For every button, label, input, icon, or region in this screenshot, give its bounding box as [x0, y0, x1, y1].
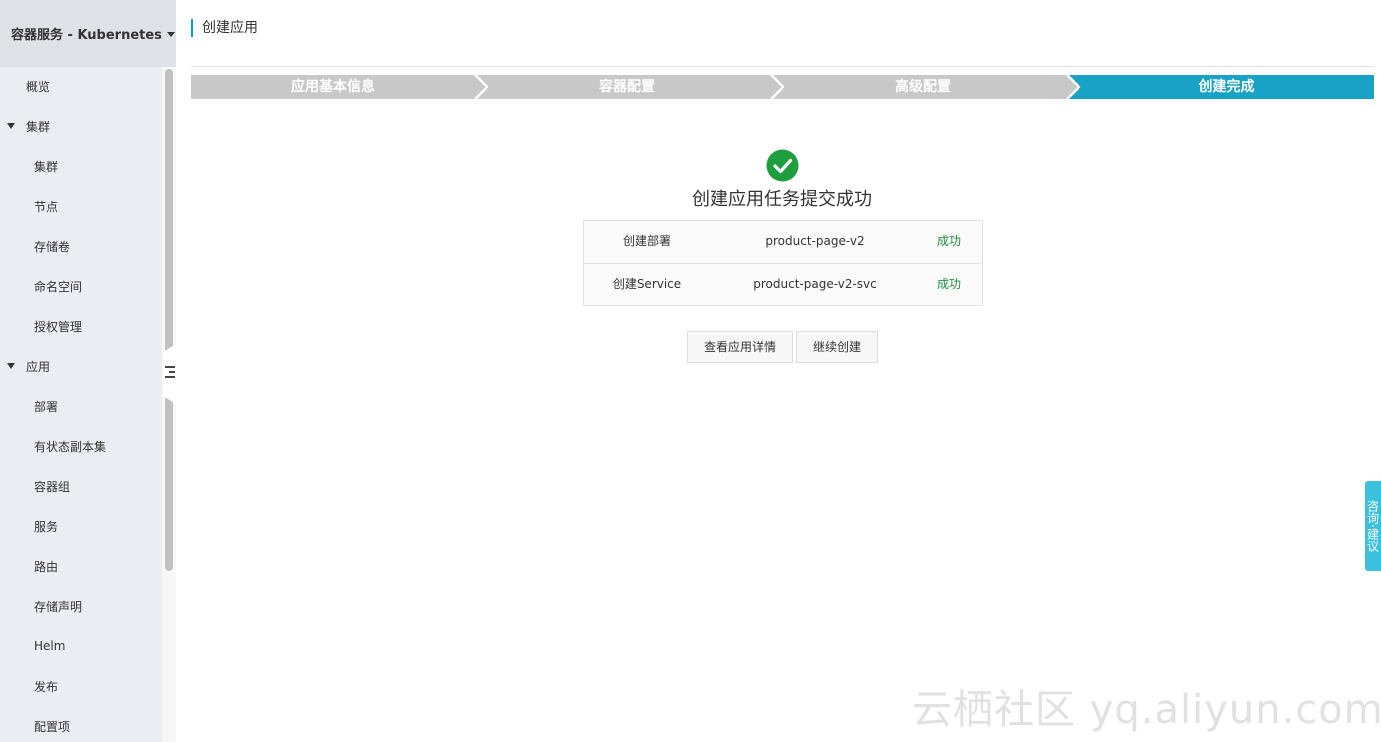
sidebar-scrollbar-thumb[interactable] [165, 69, 173, 571]
result-status: 成功 [936, 277, 961, 291]
sidebar-item-deployments[interactable]: 部署 [0, 386, 162, 426]
sidebar-item-label: 有状态副本集 [34, 439, 107, 454]
result-action: 创建部署 [622, 234, 671, 248]
sidebar-item-authorization[interactable]: 授权管理 [0, 306, 162, 346]
result-action: 创建Service [612, 277, 682, 291]
sidebar-item-label: 存储声明 [34, 599, 83, 614]
sidebar-item-label: 容器组 [34, 479, 71, 494]
step-container-config: 容器配置 [487, 75, 767, 99]
result-resource-name: product-page-v2 [765, 234, 865, 248]
sidebar-group-applications[interactable]: 应用 [0, 346, 162, 386]
wizard-steps: 应用基本信息 容器配置 高级配置 创建完成 [191, 75, 1374, 99]
sidebar-item-clusters[interactable]: 集群 [0, 146, 162, 186]
sidebar-item-label: 节点 [34, 199, 59, 214]
step-label: 应用基本信息 [291, 79, 375, 95]
sidebar-item-overview[interactable]: 概览 [0, 66, 162, 106]
sidebar-item-volume-claims[interactable]: 存储声明 [0, 586, 162, 626]
step-label: 创建完成 [1198, 79, 1255, 95]
feedback-label: 咨询·建议 [1365, 500, 1380, 552]
sidebar: 容器服务 - Kubernetes 概览 集群 集群 节点 存储卷 命名空间 授… [0, 0, 176, 742]
sidebar-item-label: 服务 [34, 519, 59, 534]
sidebar-item-label: Helm [34, 639, 66, 653]
sidebar-item-label: 集群 [26, 119, 51, 134]
sidebar-item-label: 路由 [34, 559, 59, 574]
sidebar-item-configmaps[interactable]: 配置项 [0, 706, 162, 742]
triangle-down-icon [7, 123, 15, 129]
watermark: 云栖社区 yq.aliyun.com [912, 687, 1381, 733]
sidebar-item-label: 发布 [34, 679, 59, 694]
step-chevron-icon [767, 75, 785, 99]
sidebar-item-statefulsets[interactable]: 有状态副本集 [0, 426, 162, 466]
step-complete: 创建完成 [1079, 75, 1374, 99]
result-status: 成功 [936, 234, 961, 248]
continue-create-button[interactable]: 继续创建 [796, 331, 878, 363]
sidebar-nav: 概览 集群 集群 节点 存储卷 命名空间 授权管理 应用 部署 有状态副本集 容… [0, 66, 162, 742]
view-app-detail-button[interactable]: 查看应用详情 [687, 331, 793, 363]
feedback-tab[interactable]: 咨询·建议 [1365, 481, 1381, 571]
sidebar-item-label: 命名空间 [34, 279, 83, 294]
sidebar-collapse-toggle[interactable] [163, 344, 176, 404]
sidebar-item-pods[interactable]: 容器组 [0, 466, 162, 506]
title-divider [191, 66, 1374, 67]
triangle-down-icon [7, 363, 15, 369]
step-label: 容器配置 [599, 79, 655, 95]
caret-down-icon [166, 32, 175, 37]
step-advanced-config: 高级配置 [783, 75, 1063, 99]
step-chevron-icon [471, 75, 489, 99]
sidebar-group-cluster[interactable]: 集群 [0, 106, 162, 146]
sidebar-item-volumes[interactable]: 存储卷 [0, 226, 162, 266]
sidebar-item-services[interactable]: 服务 [0, 506, 162, 546]
step-basic-info: 应用基本信息 [191, 75, 475, 99]
sidebar-item-helm[interactable]: Helm [0, 626, 162, 666]
result-resource-name: product-page-v2-svc [753, 277, 877, 291]
result-table: 创建部署 product-page-v2 成功 创建Service produc… [583, 220, 983, 306]
sidebar-item-label: 集群 [34, 159, 59, 174]
product-switcher[interactable]: 容器服务 - Kubernetes [0, 0, 176, 67]
step-label: 高级配置 [895, 79, 951, 95]
sidebar-item-label: 存储卷 [34, 239, 71, 254]
sidebar-item-nodes[interactable]: 节点 [0, 186, 162, 226]
table-row: 创建部署 product-page-v2 成功 [584, 221, 982, 263]
sidebar-item-label: 部署 [34, 399, 59, 414]
sidebar-item-label: 配置项 [34, 719, 71, 734]
sidebar-item-namespaces[interactable]: 命名空间 [0, 266, 162, 306]
sidebar-item-label: 应用 [26, 359, 51, 374]
step-chevron-icon [1063, 75, 1081, 99]
check-circle-icon [766, 149, 799, 182]
success-title: 创建应用任务提交成功 [692, 189, 872, 210]
sidebar-item-label: 授权管理 [34, 319, 83, 334]
product-title: 容器服务 - Kubernetes [11, 28, 162, 43]
page-title: 创建应用 [191, 19, 258, 37]
table-row: 创建Service product-page-v2-svc 成功 [584, 263, 982, 305]
sidebar-item-releases[interactable]: 发布 [0, 666, 162, 706]
sidebar-item-ingresses[interactable]: 路由 [0, 546, 162, 586]
collapse-icon [165, 366, 175, 380]
sidebar-item-label: 概览 [26, 79, 51, 94]
